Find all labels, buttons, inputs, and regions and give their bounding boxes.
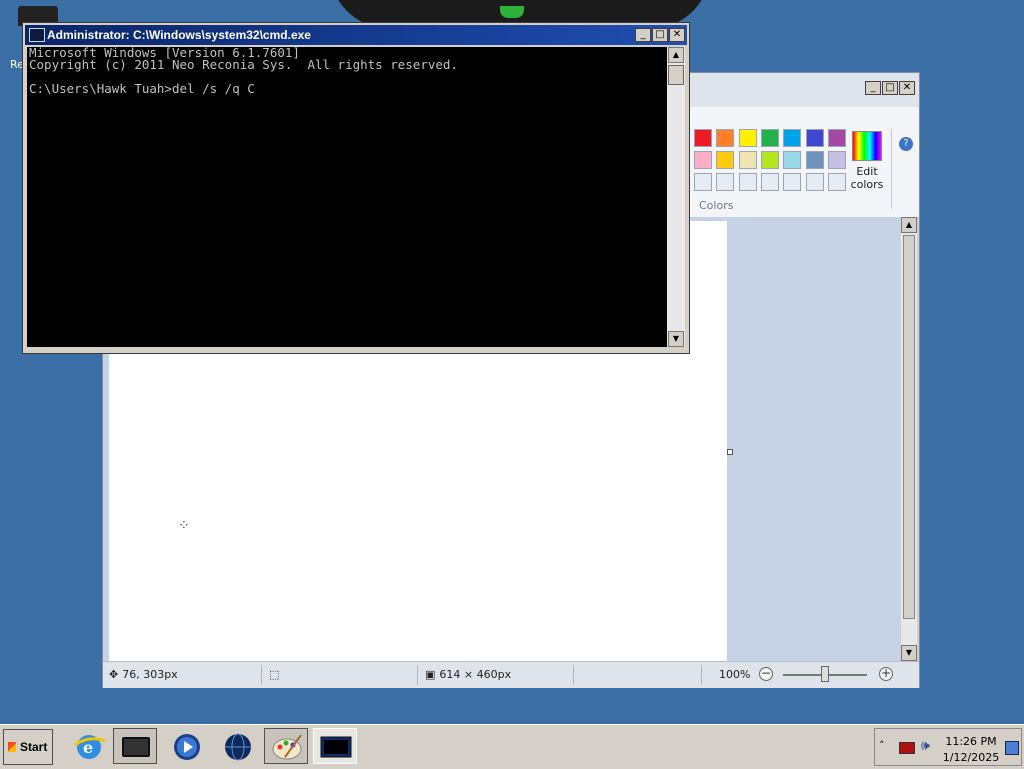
colors-group-label: Colors [699, 199, 734, 212]
start-button[interactable]: Start [3, 729, 53, 765]
color-swatch[interactable] [760, 151, 779, 169]
taskbar-media-player[interactable] [164, 728, 208, 764]
taskbar-paint[interactable] [264, 728, 308, 764]
color-swatch[interactable] [783, 151, 802, 169]
cmd-title: Administrator: C:\Windows\system32\cmd.e… [47, 28, 311, 42]
system-tray: ˄ 🕪 11:26 PM 1/12/2025 [874, 728, 1022, 766]
clock-time[interactable]: 11:26 PM [941, 735, 1001, 748]
zoom-out-icon[interactable]: − [759, 667, 773, 681]
scroll-down-icon[interactable]: ▼ [901, 645, 917, 661]
zoom-level: 100% [719, 668, 751, 681]
zoom-in-icon[interactable]: + [879, 667, 893, 681]
network-globe-icon [225, 733, 251, 761]
windows-logo-icon [8, 742, 16, 752]
maximize-button[interactable]: □ [652, 28, 668, 42]
status-empty [577, 665, 702, 685]
color-swatch[interactable] [827, 173, 846, 191]
edit-colors-button[interactable]: Edit colors [847, 129, 887, 191]
color-swatch[interactable] [738, 151, 757, 169]
color-swatch[interactable] [805, 173, 824, 191]
color-swatch[interactable] [760, 173, 779, 191]
cmd-vertical-scrollbar[interactable]: ▲ ▼ [667, 47, 685, 347]
clock-date[interactable]: 1/12/2025 [941, 751, 1001, 764]
color-swatch[interactable] [760, 129, 779, 147]
taskbar-terminal[interactable] [113, 728, 157, 764]
status-led-icon [500, 6, 524, 18]
selection-icon: ⬚ [269, 668, 280, 681]
scroll-down-icon[interactable]: ▼ [668, 331, 684, 347]
color-swatch[interactable] [694, 151, 712, 169]
status-bar: ✥ 76, 303px ⬚ ▣ 614 × 460px 100% − + [103, 661, 919, 688]
cmd-icon [320, 736, 352, 758]
crosshair-cursor-icon: ⁘ [178, 518, 190, 534]
speaker-icon[interactable]: 🕪 [921, 738, 930, 754]
color-swatch[interactable] [805, 129, 824, 147]
color-swatch[interactable] [694, 173, 712, 191]
taskbar-cmd[interactable] [313, 728, 357, 764]
cmd-window: Administrator: C:\Windows\system32\cmd.e… [22, 22, 690, 354]
taskbar: Start e ˄ 🕪 11:26 PM 1/12/2025 [0, 724, 1024, 769]
color-swatch[interactable] [805, 151, 824, 169]
color-swatch[interactable] [716, 129, 735, 147]
move-cursor-icon: ✥ [109, 668, 119, 681]
minimize-button[interactable]: _ [635, 28, 651, 42]
color-spectrum-icon [852, 131, 882, 161]
color-swatch[interactable] [783, 173, 802, 191]
vertical-scrollbar[interactable]: ▲ ▼ [901, 217, 917, 661]
color-swatch[interactable] [716, 151, 735, 169]
color-swatch[interactable] [716, 173, 735, 191]
media-player-icon [174, 734, 200, 760]
color-swatch[interactable] [783, 129, 802, 147]
show-hidden-icons-icon[interactable]: ˄ [879, 739, 885, 752]
selection-size: ⬚ [265, 665, 418, 685]
canvas-size-icon: ▣ [425, 668, 436, 681]
edit-colors-label: Edit colors [850, 165, 884, 191]
show-desktop-icon[interactable] [1005, 741, 1019, 755]
cmd-titlebar[interactable]: Administrator: C:\Windows\system32\cmd.e… [25, 25, 687, 45]
scroll-thumb[interactable] [903, 235, 915, 619]
paint-icon [272, 734, 302, 760]
zoom-slider-thumb[interactable] [821, 666, 829, 682]
canvas-size: ▣ 614 × 460px [421, 665, 574, 685]
color-swatch[interactable] [738, 173, 757, 191]
color-swatch[interactable] [738, 129, 757, 147]
console-line: Copyright (c) 2011 Neo Reconia Sys. All … [29, 57, 458, 72]
color-swatch[interactable] [694, 129, 712, 147]
help-icon[interactable]: ? [899, 137, 913, 151]
console-prompt-line: C:\Users\Hawk Tuah>del /s /q C [29, 81, 255, 96]
cursor-position: ✥ 76, 303px [109, 665, 262, 685]
ribbon-divider [891, 129, 892, 209]
color-swatch[interactable] [827, 129, 846, 147]
color-swatch[interactable] [827, 151, 846, 169]
cmd-window-icon [29, 28, 45, 42]
scroll-thumb[interactable] [668, 65, 684, 85]
canvas-resize-handle[interactable] [727, 449, 733, 455]
close-button[interactable]: ✕ [669, 28, 685, 42]
taskbar-network[interactable] [215, 728, 259, 764]
close-button[interactable]: ✕ [899, 81, 915, 95]
scroll-up-icon[interactable]: ▲ [668, 47, 684, 63]
taskbar-internet-explorer[interactable]: e [66, 728, 110, 764]
terminal-app-icon [122, 737, 150, 757]
console-output[interactable]: Microsoft Windows [Version 6.1.7601] Cop… [27, 46, 667, 347]
flag-icon[interactable] [899, 742, 915, 754]
internet-explorer-icon: e [74, 735, 106, 759]
minimize-button[interactable]: _ [865, 81, 881, 95]
scroll-up-icon[interactable]: ▲ [901, 217, 917, 233]
maximize-button[interactable]: □ [882, 81, 898, 95]
